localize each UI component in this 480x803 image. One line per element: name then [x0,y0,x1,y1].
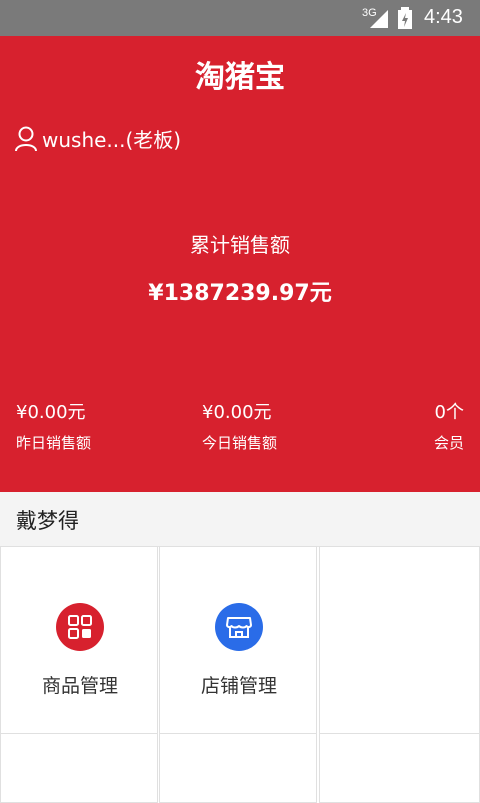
product-grid-icon [56,603,104,651]
stat-label: 昨日销售额 [16,434,92,452]
product-management-label: 商品管理 [41,675,118,697]
total-sales-label: 累计销售额 [190,233,290,257]
product-management-button[interactable]: 商品管理 [0,546,158,734]
user-icon [15,126,37,151]
function-grid: 商品管理 店铺管理 [0,546,480,803]
clock: 4:43 [424,6,463,28]
stat-value: ¥0.00元 [16,402,86,423]
user-name: wushe...(老板) [42,128,182,152]
store-name: 戴梦得 [16,509,79,533]
user-account[interactable]: wushe...(老板) [14,124,181,153]
total-sales-value: ¥1387239.97元 [148,281,332,306]
stat-label: 会员 [433,434,464,452]
empty-grid-cell [319,733,480,803]
empty-grid-cell [319,546,480,734]
sales-summary-panel: 淘猪宝 wushe...(老板) 累计销售额 ¥1387239.97元 ¥0.0… [0,36,480,492]
empty-grid-cell [159,733,317,803]
stat-members: 0个 会员 [434,398,464,453]
stat-value: ¥0.00元 [202,402,272,423]
store-management-label: 店铺管理 [200,675,277,697]
stat-value: 0个 [434,402,464,423]
status-bar: 3G 4:43 [0,0,480,36]
stat-label: 今日销售额 [202,434,278,452]
store-header: 戴梦得 [0,492,480,547]
store-icon [215,603,263,651]
store-management-button[interactable]: 店铺管理 [159,546,317,734]
battery-icon [398,7,412,29]
signal-icon [370,10,388,28]
stat-today-sales: ¥0.00元 今日销售额 [202,398,277,453]
app-title: 淘猪宝 [195,60,285,95]
empty-grid-cell [0,733,158,803]
stat-yesterday-sales: ¥0.00元 昨日销售额 [16,398,91,453]
